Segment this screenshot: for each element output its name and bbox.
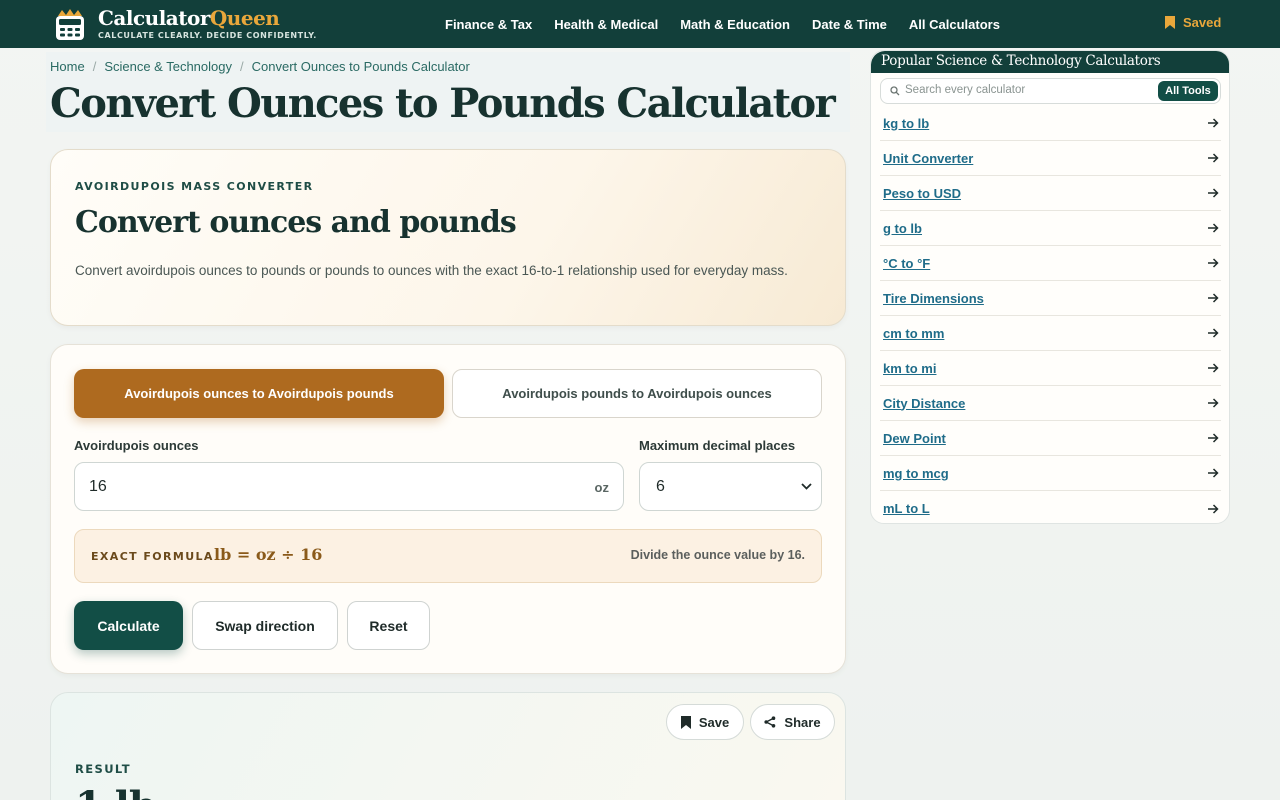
intro-heading: Convert ounces and pounds: [75, 205, 517, 240]
brand-name[interactable]: CalculatorQueen: [98, 6, 280, 30]
result-value: 1 lb: [75, 783, 157, 800]
sidebar-link-tire-dimensions[interactable]: Tire Dimensions: [883, 291, 984, 306]
formula-box: EXACT FORMULA lb = oz ÷ 16 Divide the ou…: [74, 529, 822, 583]
sidebar-link-dew-point[interactable]: Dew Point: [883, 431, 946, 446]
main-nav: Finance & Tax Health & Medical Math & Ed…: [445, 0, 1022, 48]
arrow-right-icon: [1208, 258, 1219, 268]
breadcrumb-category[interactable]: Science & Technology: [104, 59, 232, 74]
saved-button[interactable]: Saved: [1165, 15, 1221, 30]
swap-direction-button[interactable]: Swap direction: [192, 601, 338, 650]
sidebar-item[interactable]: °C to °F: [880, 246, 1221, 281]
sidebar-item[interactable]: km to mi: [880, 351, 1221, 386]
sidebar-item[interactable]: City Distance: [880, 386, 1221, 421]
popular-calculators-sidebar: Popular Science & Technology Calculators…: [870, 50, 1230, 524]
ounces-label: Avoirdupois ounces: [74, 438, 199, 453]
arrow-right-icon: [1208, 503, 1219, 514]
sidebar-item[interactable]: g to lb: [880, 211, 1221, 246]
save-result-button[interactable]: Save: [666, 704, 744, 740]
breadcrumb-separator: /: [92, 59, 97, 74]
nav-math-education[interactable]: Math & Education: [680, 17, 790, 32]
share-label: Share: [784, 714, 821, 730]
nav-all-calculators[interactable]: All Calculators: [909, 17, 1000, 32]
sidebar-item[interactable]: Peso to USD: [880, 176, 1221, 211]
sidebar-item[interactable]: Tire Dimensions: [880, 281, 1221, 316]
arrow-right-icon: [1208, 118, 1219, 128]
breadcrumb-current[interactable]: Convert Ounces to Pounds Calculator: [252, 59, 470, 74]
sidebar-item[interactable]: cm to mm: [880, 316, 1221, 351]
ounces-unit: oz: [594, 480, 609, 495]
sidebar-item[interactable]: Unit Converter: [880, 141, 1221, 176]
calculator-crown-logo-icon[interactable]: [54, 7, 86, 41]
share-result-button[interactable]: Share: [750, 704, 835, 740]
formula-expression: lb = oz ÷ 16: [214, 545, 323, 564]
sidebar-header: Popular Science & Technology Calculators: [871, 51, 1229, 73]
bookmark-icon: [1165, 16, 1175, 29]
sidebar-search-input[interactable]: Search every calculator All Tools: [880, 78, 1221, 104]
calculator-card: Avoirdupois ounces to Avoirdupois pounds…: [50, 344, 846, 674]
arrow-right-icon: [1208, 293, 1219, 303]
top-nav-bar: CalculatorQueen CALCULATE CLEARLY. DECID…: [0, 0, 1280, 48]
sidebar-link-city-distance[interactable]: City Distance: [883, 396, 965, 411]
result-card: Save Share RESULT 1 lb: [50, 692, 846, 800]
sidebar-link-cm-to-mm[interactable]: cm to mm: [883, 326, 944, 341]
reset-button[interactable]: Reset: [347, 601, 430, 650]
sidebar-link-ml-to-l[interactable]: mL to L: [883, 501, 930, 516]
breadcrumb: Home / Science & Technology / Convert Ou…: [50, 59, 470, 74]
sidebar-item[interactable]: mL to L: [880, 491, 1221, 523]
decimal-places-select[interactable]: 6: [639, 462, 822, 511]
sidebar-item[interactable]: mg to mcg: [880, 456, 1221, 491]
sidebar-item[interactable]: kg to lb: [880, 106, 1221, 141]
sidebar-search-placeholder: Search every calculator: [905, 84, 1026, 96]
calculate-button[interactable]: Calculate: [74, 601, 183, 650]
breadcrumb-separator: /: [240, 59, 244, 74]
result-label: RESULT: [75, 762, 132, 776]
arrow-right-icon: [1208, 223, 1219, 233]
sidebar-link-km-to-mi[interactable]: km to mi: [883, 361, 936, 376]
sidebar-link-c-to-f[interactable]: °C to °F: [883, 256, 930, 271]
decimal-places-label: Maximum decimal places: [639, 438, 796, 453]
brand-name-main: Calculator: [98, 6, 210, 30]
nav-finance-tax[interactable]: Finance & Tax: [445, 17, 532, 32]
arrow-right-icon: [1208, 328, 1219, 338]
arrow-right-icon: [1208, 153, 1219, 163]
arrow-right-icon: [1208, 398, 1219, 408]
bookmark-icon: [680, 715, 691, 729]
intro-card: AVOIRDUPOIS MASS CONVERTER Convert ounce…: [50, 149, 846, 326]
page-title: Convert Ounces to Pounds Calculator: [50, 80, 836, 127]
all-tools-button[interactable]: All Tools: [1158, 81, 1218, 101]
formula-label: EXACT FORMULA: [91, 550, 214, 563]
nav-date-time[interactable]: Date & Time: [812, 17, 887, 32]
brand-tagline: CALCULATE CLEARLY. DECIDE CONFIDENTLY.: [98, 31, 317, 40]
ounces-input[interactable]: 16 oz: [74, 462, 624, 511]
save-label: Save: [698, 714, 730, 730]
saved-label: Saved: [1183, 15, 1222, 30]
sidebar-list: kg to lb Unit Converter Peso to USD g to…: [880, 106, 1221, 523]
arrow-right-icon: [1208, 188, 1219, 198]
arrow-right-icon: [1208, 468, 1219, 478]
sidebar-link-g-to-lb[interactable]: g to lb: [883, 221, 922, 236]
page-header: Home / Science & Technology / Convert Ou…: [46, 52, 850, 132]
decimal-places-value: 6: [656, 478, 665, 495]
sidebar-link-kg-to-lb[interactable]: kg to lb: [883, 116, 929, 131]
arrow-right-icon: [1208, 433, 1219, 443]
tab-oz-to-lb[interactable]: Avoirdupois ounces to Avoirdupois pounds: [74, 369, 444, 418]
intro-description: Convert avoirdupois ounces to pounds or …: [75, 263, 788, 278]
breadcrumb-home[interactable]: Home: [50, 59, 85, 74]
chevron-down-icon: [801, 483, 812, 490]
sidebar-link-mg-to-mcg[interactable]: mg to mcg: [883, 466, 949, 481]
ounces-input-value: 16: [89, 478, 107, 495]
tab-lb-to-oz[interactable]: Avoirdupois pounds to Avoirdupois ounces: [452, 369, 822, 418]
sidebar-link-peso-to-usd[interactable]: Peso to USD: [883, 186, 961, 201]
arrow-right-icon: [1208, 363, 1219, 373]
brand-name-accent: Queen: [209, 6, 280, 30]
formula-note: Divide the ounce value by 16.: [630, 548, 805, 562]
share-icon: [764, 716, 776, 728]
sidebar-title: Popular Science & Technology Calculators: [881, 53, 1161, 69]
nav-health-medical[interactable]: Health & Medical: [554, 17, 658, 32]
sidebar-item[interactable]: Dew Point: [880, 421, 1221, 456]
intro-eyebrow: AVOIRDUPOIS MASS CONVERTER: [75, 180, 314, 193]
search-icon: [890, 86, 900, 96]
sidebar-link-unit-converter[interactable]: Unit Converter: [883, 151, 973, 166]
